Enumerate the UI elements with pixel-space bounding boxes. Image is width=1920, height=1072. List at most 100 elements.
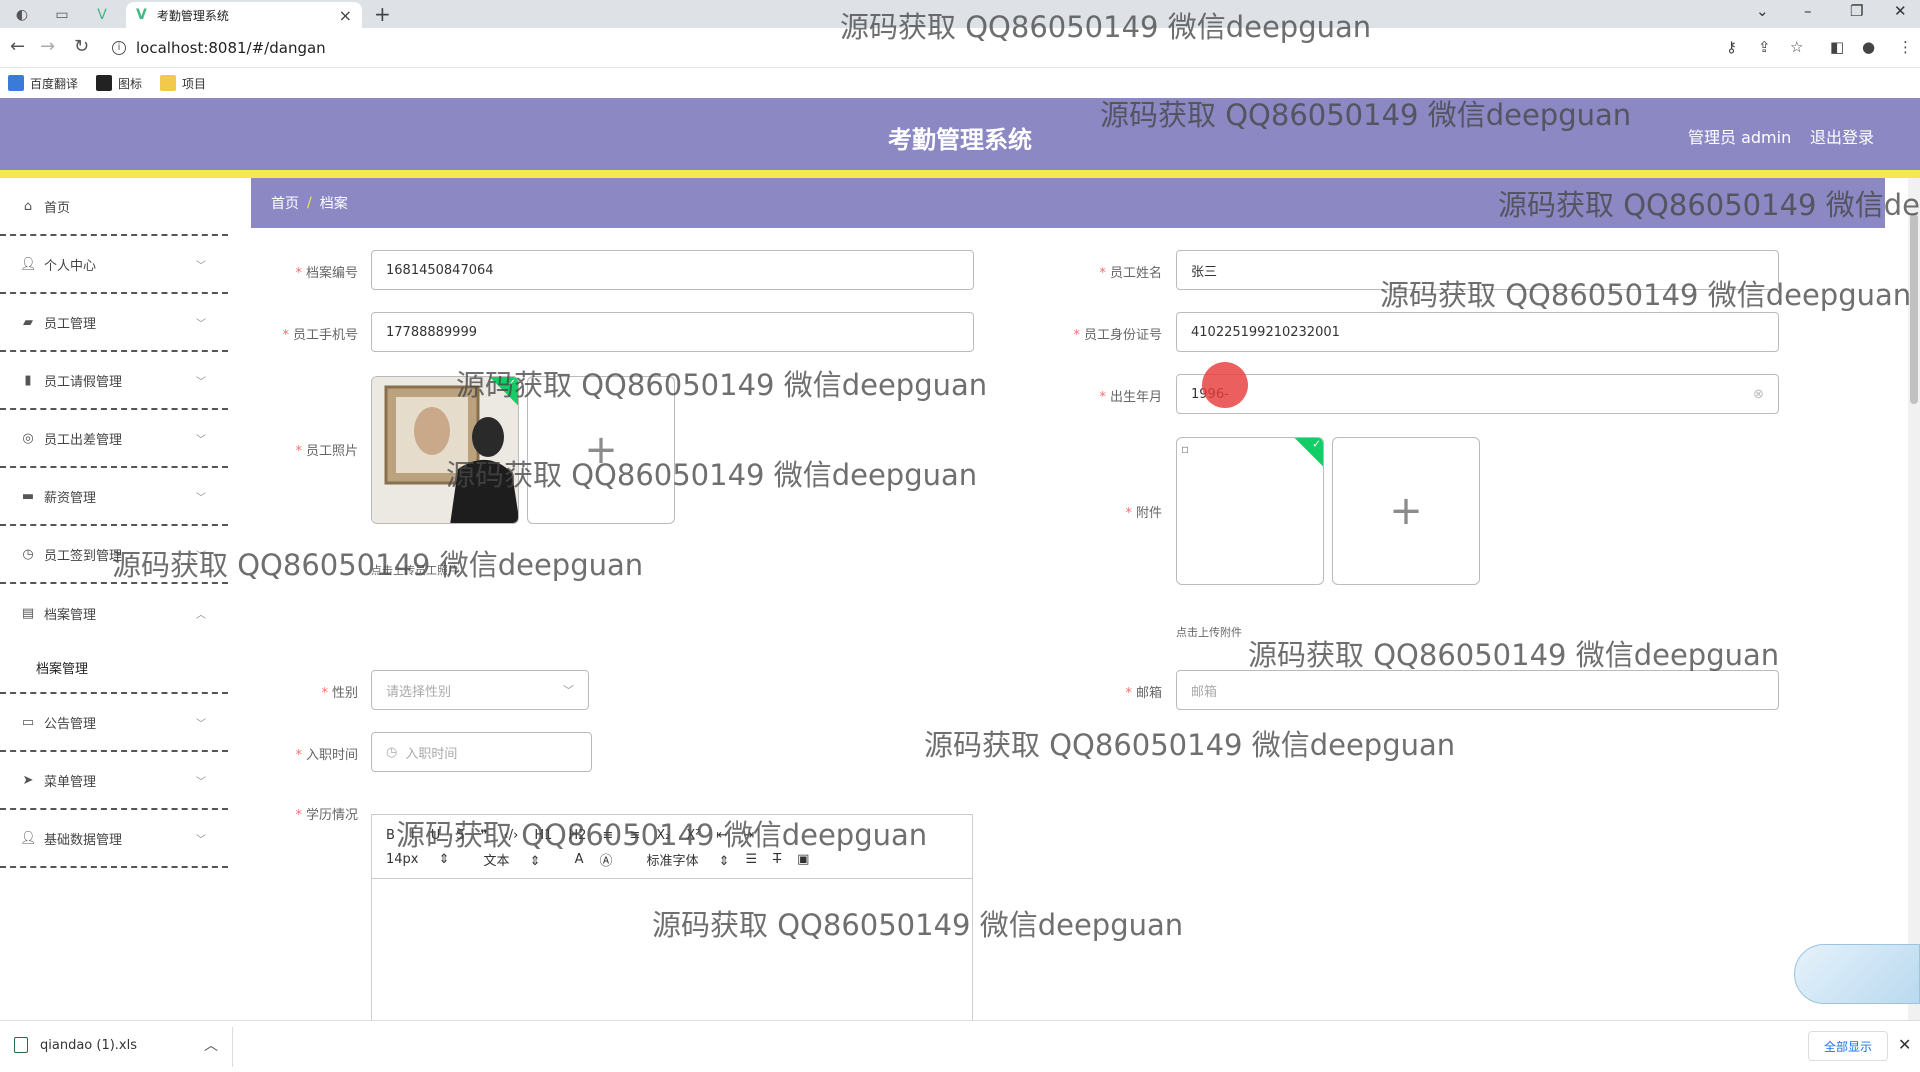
watermark: 源码获取 QQ86050149 微信deepguan <box>112 548 644 582</box>
watermark: 源码获取 QQ86050149 微信deepguan <box>396 818 928 852</box>
chevron-down-icon: ﹀ <box>196 376 206 388</box>
watermark: 源码获取 QQ86050149 微信deepguan <box>1380 278 1912 312</box>
gender-label: * 性别 <box>321 686 358 701</box>
minimize-icon[interactable]: – <box>1804 2 1812 20</box>
logout-link[interactable]: 退出登录 <box>1810 124 1874 148</box>
image-icon <box>96 75 113 91</box>
birth-label: * 出生年月 <box>1099 390 1162 405</box>
restore-icon[interactable]: ❐ <box>1850 2 1863 20</box>
send-icon: ➤ <box>22 772 34 788</box>
close-tab-icon[interactable]: × <box>339 6 352 25</box>
id-no-field[interactable]: 410225199210232001 <box>1176 312 1779 352</box>
star-icon[interactable]: ☆ <box>1790 38 1803 56</box>
sidebar-subitem-archive[interactable]: 档案管理 <box>0 642 228 694</box>
bookmark-project[interactable]: 项目 <box>160 75 206 92</box>
sidebar-item-base-data[interactable]: 👤︎ 基础数据管理 ﹀ <box>0 810 228 868</box>
wallet-icon: ▬ <box>21 488 35 504</box>
id-no-label: * 员工身份证号 <box>1073 328 1162 343</box>
profile-icon[interactable]: ● <box>1862 38 1875 56</box>
hire-date-label: * 入职时间 <box>295 748 358 763</box>
sidebar-item-leave[interactable]: ▮ 员工请假管理 ﹀ <box>0 352 228 410</box>
sidebar-item-personal-center[interactable]: 👤︎ 个人中心 ﹀ <box>0 236 228 294</box>
email-field[interactable]: 邮箱 <box>1176 670 1779 710</box>
active-tab[interactable]: V 考勤管理系统 × <box>126 2 362 28</box>
attachment-label: * 附件 <box>1125 506 1162 521</box>
tab-search-icon[interactable]: ⌄ <box>1756 2 1769 20</box>
attachment-file[interactable]: ▫ ✓ <box>1176 437 1324 585</box>
site-info-icon[interactable]: i <box>112 41 126 55</box>
watermark: 源码获取 QQ86050149 微信deepguan <box>456 368 988 402</box>
bookmark-translate[interactable]: 百度翻译 <box>8 75 78 92</box>
vue-tab-icon[interactable]: V <box>88 4 116 26</box>
chevron-up-icon: ︿ <box>196 609 206 621</box>
new-tab-button[interactable]: + <box>374 2 391 26</box>
chevron-down-icon: ﹀ <box>196 834 206 846</box>
education-label: * 学历情况 <box>295 808 358 823</box>
chevron-down-icon: ﹀ <box>196 434 206 446</box>
bookmark-icons[interactable]: 图标 <box>96 75 142 92</box>
forward-icon[interactable]: → <box>40 36 55 57</box>
birth-field[interactable]: 1996- ⊗ <box>1176 374 1779 414</box>
chevron-down-icon: ﹀ <box>563 684 574 697</box>
hire-date-picker[interactable]: ◷ 入职时间 <box>371 732 592 772</box>
home-icon: ⌂ <box>23 198 33 214</box>
clipboard-icon: ▤ <box>21 605 35 621</box>
briefcase-icon: ▰ <box>23 314 33 330</box>
current-user: 管理员 admin <box>1688 128 1792 147</box>
sidebar-item-home[interactable]: ⌂ 首页 <box>0 178 228 236</box>
attachment-upload-button[interactable]: + <box>1332 437 1480 585</box>
sidebar-item-archive[interactable]: ▤ 档案管理 ︿ <box>0 584 228 642</box>
vue-logo-icon: V <box>136 7 147 23</box>
attachment-upload-hint: 点击上传附件 <box>1176 626 1242 639</box>
sidebar-item-business-trip[interactable]: ◎ 员工出差管理 ﹀ <box>0 410 228 468</box>
close-window-icon[interactable]: ✕ <box>1894 2 1907 20</box>
phone-field[interactable]: 17788889999 <box>371 312 974 352</box>
watermark: 源码获取 QQ86050149 微信deepguan <box>652 908 1184 942</box>
show-all-downloads-button[interactable]: 全部显示 <box>1808 1031 1888 1061</box>
plus-icon: + <box>1389 488 1423 534</box>
watermark: 源码获取 QQ86050149 微信deepguan <box>1248 638 1780 672</box>
reload-icon[interactable]: ↻ <box>74 36 89 57</box>
chevron-up-icon[interactable]: ︿ <box>204 1035 218 1055</box>
bold-button[interactable]: B <box>386 828 395 843</box>
chevron-down-icon: ﹀ <box>196 260 206 272</box>
blank-tab[interactable]: ▭ <box>48 4 76 26</box>
cursor-highlight <box>1202 362 1248 408</box>
tab-title: 考勤管理系统 <box>156 8 229 23</box>
sidebar-item-notice[interactable]: ▭ 公告管理 ﹀ <box>0 694 228 752</box>
watermark: 源码获取 QQ86050149 微信deepguan <box>446 458 978 492</box>
watermark: 源码获取 QQ86050149 微信deepguan <box>840 10 1372 44</box>
share-icon[interactable]: ⇪ <box>1758 38 1771 56</box>
back-icon[interactable]: ← <box>10 36 25 57</box>
photo-label: * 员工照片 <box>295 444 358 459</box>
chevron-down-icon: ﹀ <box>196 318 206 330</box>
app-header: 考勤管理系统 管理员 admin 退出登录 <box>0 98 1920 170</box>
upload-success-tag: ✓ <box>1292 438 1323 469</box>
sidebar-item-salary[interactable]: ▬ 薪资管理 ﹀ <box>0 468 228 526</box>
bookmarks-bar: 百度翻译 图标 项目 <box>0 68 1920 98</box>
download-item[interactable]: qiandao (1).xls <box>14 1037 137 1053</box>
sidebar-item-employee[interactable]: ▰ 员工管理 ﹀ <box>0 294 228 352</box>
breadcrumb-home[interactable]: 首页 <box>271 193 299 213</box>
chrome-menu-icon[interactable]: ◐ <box>8 4 36 26</box>
sidebar-item-menu[interactable]: ➤ 菜单管理 ﹀ <box>0 752 228 810</box>
archive-no-label: * 档案编号 <box>295 266 358 281</box>
ime-widget[interactable] <box>1794 944 1920 1004</box>
more-menu-icon[interactable]: ⋮ <box>1898 38 1913 56</box>
close-download-bar-icon[interactable]: ✕ <box>1898 1035 1911 1054</box>
scrollbar-thumb[interactable] <box>1910 214 1918 404</box>
side-panel-icon[interactable]: ◧ <box>1830 38 1844 56</box>
email-label: * 邮箱 <box>1125 686 1162 701</box>
user-icon: 👤︎ <box>20 830 37 846</box>
gender-select[interactable]: 请选择性别 ﹀ <box>371 670 589 710</box>
translate-icon <box>8 75 24 91</box>
download-separator <box>232 1027 233 1067</box>
archive-no-field[interactable]: 1681450847064 <box>371 250 974 290</box>
bar-chart-icon: ▮ <box>24 372 32 388</box>
globe-icon: ◎ <box>22 430 34 446</box>
chevron-down-icon: ﹀ <box>196 776 206 788</box>
key-icon[interactable]: ⚷ <box>1726 38 1737 56</box>
clock-icon: ◷ <box>386 744 398 760</box>
clear-icon[interactable]: ⊗ <box>1753 387 1764 402</box>
monitor-icon: ▭ <box>21 714 35 730</box>
